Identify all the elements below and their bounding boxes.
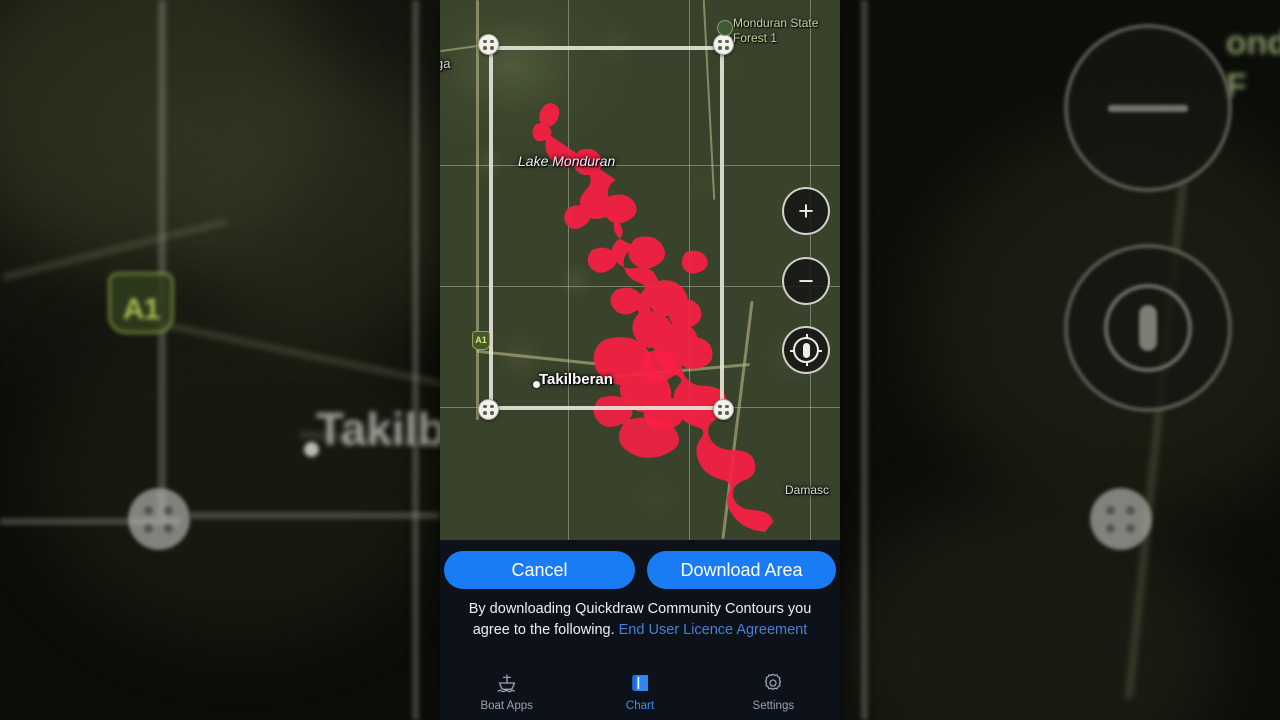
- selection-handle-top-right[interactable]: [713, 34, 734, 55]
- boat-icon: [495, 671, 519, 695]
- chart-map-icon: [628, 671, 652, 695]
- selection-handle-bottom-left[interactable]: [478, 399, 499, 420]
- selection-handle-top-left[interactable]: [478, 34, 499, 55]
- locate-icon: [790, 334, 822, 366]
- map-road: [476, 0, 479, 420]
- zoom-in-button[interactable]: +: [782, 187, 830, 235]
- tab-settings[interactable]: Settings: [707, 671, 840, 712]
- cancel-button[interactable]: Cancel: [444, 551, 635, 589]
- map-canvas[interactable]: Lake Monduran Takilberan Monduran State …: [440, 0, 840, 540]
- backdrop-blob: [40, 300, 440, 640]
- plus-icon: +: [798, 195, 814, 226]
- minus-icon: −: [798, 265, 814, 296]
- phone-viewport: Lake Monduran Takilberan Monduran State …: [440, 0, 840, 720]
- map-label-town: Takilberan: [539, 371, 613, 388]
- backdrop-gridline: [190, 512, 440, 519]
- backdrop-blob: [840, 500, 1220, 720]
- tree-icon: [717, 20, 733, 36]
- map-label-partial-right: Damasc: [785, 483, 830, 497]
- zoom-out-button[interactable]: −: [782, 257, 830, 305]
- tab-label-settings: Settings: [752, 699, 795, 712]
- highway-shield-icon: A1: [472, 331, 490, 350]
- backdrop-zoom-out-icon: [1064, 24, 1232, 192]
- backdrop-locate-icon: [1064, 244, 1232, 412]
- map-label-lake: Lake Monduran: [518, 153, 616, 169]
- backdrop-gridline: [412, 0, 419, 720]
- panel-button-row: Cancel Download Area: [440, 540, 840, 589]
- locate-me-button[interactable]: [782, 326, 830, 374]
- download-panel: Cancel Download Area By downloading Quic…: [440, 540, 840, 720]
- tab-boat-apps[interactable]: Boat Apps: [440, 671, 573, 712]
- map-label-forest-line1: Monduran State: [733, 16, 819, 30]
- backdrop-gridline: [158, 0, 166, 520]
- download-area-button[interactable]: Download Area: [647, 551, 836, 589]
- backdrop-drag-handle-icon: [1090, 488, 1152, 550]
- download-area-selection[interactable]: [489, 46, 724, 410]
- map-label-partial-left: ga: [440, 56, 451, 71]
- bottom-tab-bar: Boat Apps Chart Settings: [440, 662, 840, 720]
- backdrop-gridline: [861, 0, 868, 720]
- backdrop-forest-line1: ond: [1225, 24, 1280, 62]
- map-label-forest: Monduran State Forest 1: [733, 16, 818, 46]
- backdrop-town-label: Takilb: [316, 403, 446, 455]
- backdrop-blob: [180, 80, 480, 340]
- tab-label-chart: Chart: [625, 699, 655, 712]
- agreement-text-block: By downloading Quickdraw Community Conto…: [440, 599, 840, 641]
- tab-chart[interactable]: Chart: [573, 671, 706, 712]
- map-label-forest-line2: Forest 1: [733, 31, 778, 45]
- gear-icon: [761, 671, 785, 695]
- backdrop-drag-handle-icon: [128, 488, 190, 550]
- app-screen: A1 Takilb ond F Lake Monduran Takilberan…: [0, 0, 1280, 720]
- eula-link[interactable]: End User Licence Agreement: [619, 622, 808, 638]
- tab-label-boat-apps: Boat Apps: [480, 699, 533, 712]
- backdrop-forest-label: ond F: [1226, 22, 1280, 107]
- backdrop-highway-shield: A1: [108, 272, 174, 334]
- selection-handle-bottom-right[interactable]: [713, 399, 734, 420]
